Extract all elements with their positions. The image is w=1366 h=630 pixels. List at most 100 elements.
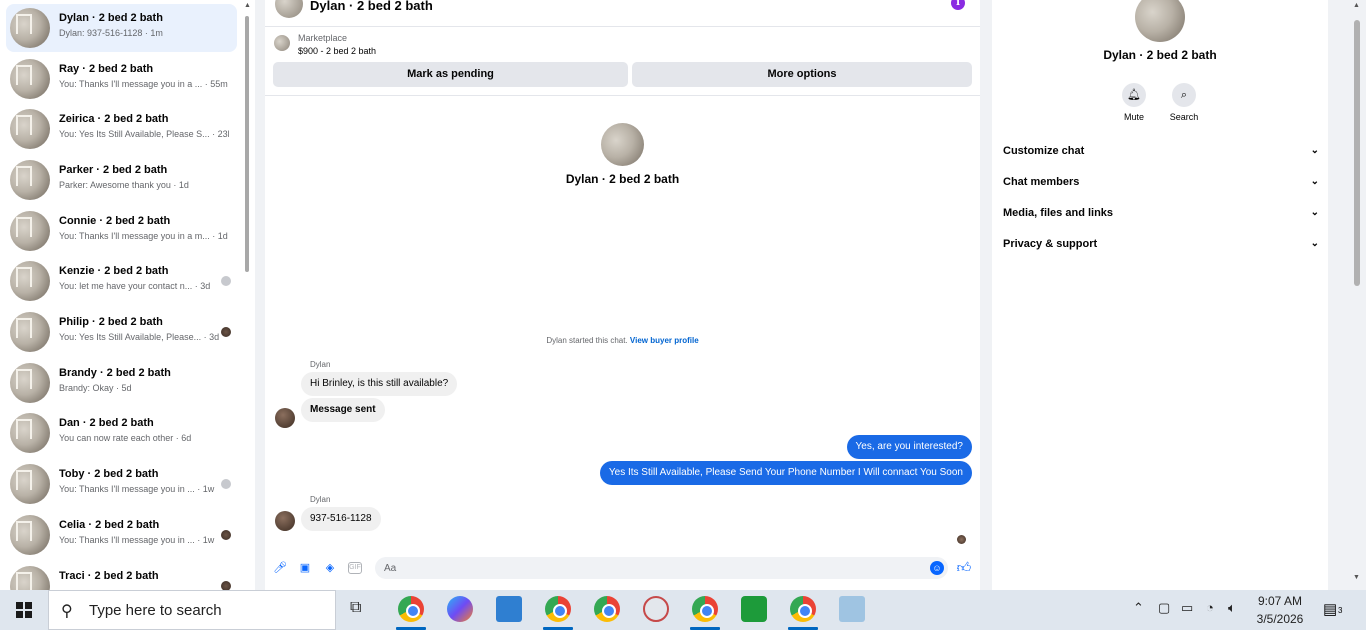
photo-icon[interactable]: ▣ [298,561,312,575]
copilot-icon[interactable] [447,596,473,622]
sticker-icon[interactable]: ◈ [323,561,337,575]
media-files-links-section[interactable]: Media, files and links ⌄ [1003,207,1319,227]
scrollbar-thumb[interactable] [1354,20,1360,286]
message-bubble[interactable]: Yes, are you interested? [846,435,972,459]
chrome-profile-icon[interactable] [692,596,718,622]
customize-chat-section[interactable]: Customize chat ⌄ [1003,145,1319,165]
outlook-icon[interactable] [496,596,522,622]
windows-logo-icon [16,602,32,618]
seen-avatar-icon [221,581,231,590]
conversation-snippet: Brandy: Okay · 5d [59,383,132,393]
conversation-item[interactable]: Kenzie · 2 bed 2 bath You: let me have y… [6,257,237,305]
composer: 🎤︎ ▣ ◈ GIF ☺ 👍︎ [265,556,980,582]
chat-members-section[interactable]: Chat members ⌄ [1003,176,1319,196]
scroll-up-icon[interactable]: ▲ [244,2,251,9]
message-bubble[interactable]: 937-516-1128 [301,507,381,531]
start-button[interactable] [0,590,48,630]
conversation-item[interactable]: Connie · 2 bed 2 bath You: Thanks I'll m… [6,207,237,255]
system-clock[interactable]: 9:07 AM 3/5/2026 [1240,592,1320,628]
search-placeholder: Type here to search [89,602,222,619]
volume-icon[interactable]: 🔈︎ [1228,600,1236,616]
paint-icon[interactable] [643,596,669,622]
conversation-item[interactable]: Traci · 2 bed 2 bath [6,562,237,590]
listing-thumbnail[interactable] [274,35,290,51]
conversation-item[interactable]: Brandy · 2 bed 2 bath Brandy: Okay · 5d [6,359,237,407]
conversation-item[interactable]: Dylan · 2 bed 2 bath Dylan: 937-516-1128… [6,4,237,52]
avatar[interactable] [601,123,644,166]
quickbooks-icon[interactable] [741,596,767,622]
more-options-button[interactable]: More options [632,62,972,87]
page-scrollbar[interactable]: ▲ ▼ [1352,2,1360,584]
listing-title[interactable]: $900 - 2 bed 2 bath [298,46,376,56]
avatar[interactable] [1135,0,1185,42]
mute-button[interactable]: 🔔︎ Mute [1109,83,1159,122]
conversation-name: Traci · 2 bed 2 bath [59,570,159,582]
details-name: Dylan · 2 bed 2 bath [1103,48,1217,62]
conversation-item[interactable]: Dan · 2 bed 2 bath You can now rate each… [6,409,237,457]
mark-as-pending-button[interactable]: Mark as pending [273,62,628,87]
conversation-item[interactable]: Zeirica · 2 bed 2 bath You: Yes Its Stil… [6,105,237,153]
chrome-profile-icon[interactable] [398,596,424,622]
section-label: Privacy & support [1003,238,1098,250]
conversation-snippet: You: Thanks I'll message you in ... · 1w [59,484,215,494]
conversation-snippet: You: Thanks I'll message you in a m... ·… [59,231,228,241]
conversation-snippet: You: Yes Its Still Available, Please S..… [59,129,229,139]
avatar [10,515,50,555]
chevron-down-icon: ⌄ [1310,176,1319,187]
conversation-name: Celia · 2 bed 2 bath [59,519,160,531]
notification-count: 3 [1336,606,1345,615]
message-bubble[interactable]: Hi Brinley, is this still available? [301,372,458,396]
avatar [10,413,50,453]
scroll-down-icon[interactable]: ▼ [1353,574,1360,581]
scroll-up-icon[interactable]: ▲ [1353,2,1360,9]
message-input[interactable] [375,557,948,579]
conversation-name: Brandy · 2 bed 2 bath [59,367,171,379]
taskbar-search[interactable]: ⚲ Type here to search [48,590,336,630]
conversation-snippet: Parker: Awesome thank you · 1d [59,180,189,190]
chrome-icon[interactable] [594,596,620,622]
chrome-profile-icon[interactable] [545,596,571,622]
info-icon[interactable]: i [951,0,965,10]
task-view-icon[interactable]: ⧉ [350,599,361,617]
avatar[interactable] [275,408,295,428]
clock-time: 9:07 AM [1257,594,1303,608]
notification-center-icon[interactable]: ▤ 3 [1323,600,1345,618]
chat-started-notice: Dylan started this chat. View buyer prof… [265,336,980,345]
scrollbar-thumb[interactable] [245,16,249,272]
avatar [10,566,50,590]
conversation-item[interactable]: Parker · 2 bed 2 bath Parker: Awesome th… [6,156,237,204]
conversation-name: Connie · 2 bed 2 bath [59,215,171,227]
microphone-icon[interactable]: 🎤︎ [273,561,287,575]
conversation-item[interactable]: Philip · 2 bed 2 bath You: Yes Its Still… [6,308,237,356]
avatar [10,59,50,99]
message-bubble[interactable]: Yes Its Still Available, Please Send You… [599,461,972,485]
battery-icon[interactable]: ▭ [1181,600,1193,616]
privacy-support-section[interactable]: Privacy & support ⌄ [1003,238,1319,258]
avatar[interactable] [275,0,303,18]
conversation-item[interactable]: Toby · 2 bed 2 bath You: Thanks I'll mes… [6,460,237,508]
gif-icon[interactable]: GIF [348,562,362,574]
conversation-item[interactable]: Celia · 2 bed 2 bath You: Thanks I'll me… [6,511,237,559]
chevron-down-icon: ⌄ [1310,207,1319,218]
view-buyer-profile-link[interactable]: View buyer profile [630,336,699,345]
search-button[interactable]: ⌕ Search [1159,83,1209,122]
conversation-name: Zeirica · 2 bed 2 bath [59,113,169,125]
chevron-down-icon: ⌄ [1310,238,1319,249]
conversation-list-scrollbar[interactable]: ▲ [244,2,251,584]
conversation-snippet: You: let me have your contact n... · 3d [59,281,211,291]
seen-avatar-icon [221,479,231,489]
notepad-icon[interactable] [839,596,865,622]
details-pane: Dylan · 2 bed 2 bath 🔔︎ Mute ⌕ Search Cu… [992,0,1328,590]
conversation-item[interactable]: Ray · 2 bed 2 bath You: Thanks I'll mess… [6,55,237,103]
meet-now-icon[interactable]: ▢ [1158,600,1170,616]
message-bubble[interactable]: Message sent [301,398,385,422]
chrome-profile-icon[interactable] [790,596,816,622]
chevron-up-icon[interactable]: ⌃ [1133,600,1144,616]
emoji-icon[interactable]: ☺ [930,561,944,575]
wifi-icon[interactable]: ◔ [1206,600,1214,615]
thumbs-up-icon[interactable]: 👍︎ [956,559,972,575]
section-label: Customize chat [1003,145,1085,157]
avatar[interactable] [275,511,295,531]
avatar [10,109,50,149]
chat-title[interactable]: Dylan · 2 bed 2 bath [310,0,433,13]
